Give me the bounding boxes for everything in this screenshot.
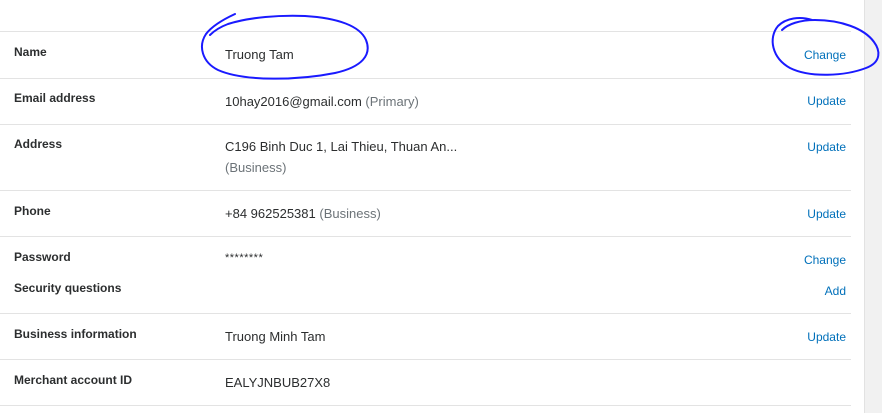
password-change-link[interactable]: Change [804, 253, 846, 267]
row-divider [0, 31, 851, 32]
name-value: Truong Tam [225, 47, 294, 62]
merchant-id-value: EALYJNBUB27X8 [225, 375, 331, 390]
email-value: 10hay2016@gmail.com [225, 94, 362, 109]
vertical-scrollbar[interactable] [864, 0, 882, 413]
row-divider [0, 405, 851, 406]
row-divider [0, 124, 851, 125]
row-divider [0, 236, 851, 237]
security-questions-label: Security questions [14, 281, 122, 295]
merchant-id-label: Merchant account ID [14, 373, 133, 387]
phone-update-link[interactable]: Update [807, 207, 846, 221]
row-divider [0, 190, 851, 191]
security-questions-add-link[interactable]: Add [825, 284, 846, 298]
address-value: C196 Binh Duc 1, Lai Thieu, Thuan An... [225, 139, 458, 154]
business-info-value: Truong Minh Tam [225, 329, 326, 344]
address-update-link[interactable]: Update [807, 140, 846, 154]
phone-value: +84 962525381 [225, 206, 316, 221]
email-value-group: 10hay2016@gmail.com (Primary) [225, 94, 419, 109]
password-label: Password [14, 250, 71, 264]
name-change-link[interactable]: Change [804, 48, 846, 62]
email-label: Email address [14, 91, 96, 105]
email-update-link[interactable]: Update [807, 94, 846, 108]
name-label: Name [14, 45, 47, 59]
row-divider [0, 313, 851, 314]
address-business-tag: (Business) [225, 160, 287, 175]
password-masked-value: ******** [225, 252, 264, 264]
business-info-update-link[interactable]: Update [807, 330, 846, 344]
phone-label: Phone [14, 204, 51, 218]
email-primary-tag: (Primary) [365, 94, 419, 109]
row-divider [0, 78, 851, 79]
address-label: Address [14, 137, 63, 151]
phone-value-group: +84 962525381 (Business) [225, 206, 381, 221]
row-divider [0, 359, 851, 360]
phone-business-tag: (Business) [319, 206, 381, 221]
profile-settings-panel: Name Truong Tam Change Email address 10h… [0, 0, 864, 413]
business-info-label: Business information [14, 327, 137, 341]
